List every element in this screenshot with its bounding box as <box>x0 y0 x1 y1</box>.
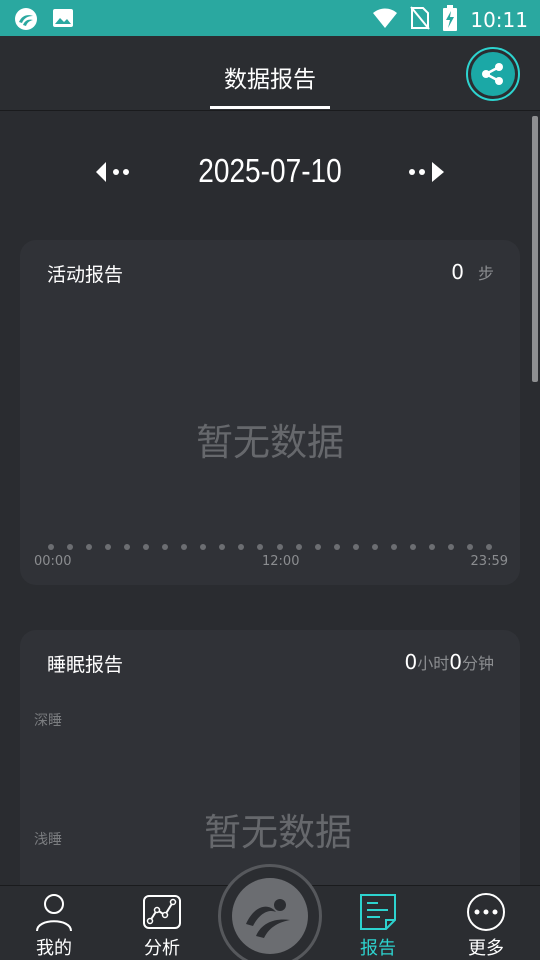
status-time: 10:11 <box>470 8 528 32</box>
nav-label-analysis: 分析 <box>144 938 180 959</box>
timeline-dot <box>276 544 283 550</box>
app-logo-icon <box>14 7 38 35</box>
title-underline <box>210 106 330 109</box>
activity-report-card[interactable]: 活动报告 0 步 暂无数据 00:00 12:00 23:59 <box>20 240 520 585</box>
timeline-dot <box>333 544 340 550</box>
report-icon <box>358 892 398 932</box>
nav-item-report[interactable]: 报告 <box>338 886 418 960</box>
report-content[interactable]: 2025-07-10 活动报告 0 步 暂无数据 00:00 12:00 23:… <box>0 112 540 885</box>
timeline-dot <box>486 544 492 550</box>
sleep-report-card[interactable]: 睡眠报告 0 小时 0 分钟 深睡 浅睡 暂无数据 <box>20 630 520 885</box>
timeline-dot <box>124 544 131 550</box>
bottom-navigation: 我的 分析 报告 更多 <box>0 864 540 960</box>
analysis-chart-icon <box>142 892 182 932</box>
more-icon <box>466 892 506 932</box>
nav-label-mine: 我的 <box>36 938 72 959</box>
timeline-dot <box>143 544 150 550</box>
brand-logo-icon <box>232 878 308 954</box>
activity-report-title: 活动报告 <box>47 264 124 286</box>
timeline-dot <box>390 544 397 550</box>
tick-end: 23:59 <box>470 554 508 569</box>
share-icon <box>471 52 515 96</box>
timeline-dot <box>428 544 435 550</box>
timeline-dot <box>352 544 359 550</box>
timeline-dot <box>295 544 302 550</box>
timeline-dot <box>409 544 416 550</box>
date-navigator: 2025-07-10 <box>0 150 540 194</box>
activity-empty-text: 暂无数据 <box>196 421 344 464</box>
battery-charging-icon <box>442 5 458 35</box>
no-sim-icon <box>410 6 431 34</box>
timeline-dot <box>466 544 473 550</box>
step-unit: 步 <box>477 264 494 283</box>
person-icon <box>34 892 74 932</box>
sleep-hours: 0 <box>404 650 418 674</box>
header: 数据报告 <box>0 36 540 111</box>
timeline-dot <box>86 544 93 550</box>
minutes-unit: 分钟 <box>461 654 494 673</box>
sleep-duration: 0 小时 0 分钟 <box>405 650 495 674</box>
step-count: 0 步 <box>451 260 494 284</box>
timeline-dot <box>257 544 264 550</box>
share-button[interactable] <box>466 47 520 101</box>
tick-start: 00:00 <box>34 554 72 569</box>
timeline-dot <box>238 544 245 550</box>
sleep-empty-text: 暂无数据 <box>204 811 352 854</box>
timeline-dots <box>48 544 492 550</box>
nav-item-mine[interactable]: 我的 <box>14 886 94 960</box>
nav-label-more: 更多 <box>468 938 504 959</box>
wifi-icon <box>372 7 398 33</box>
next-day-button[interactable] <box>404 158 448 186</box>
sleep-report-title: 睡眠报告 <box>47 654 124 676</box>
page-title: 数据报告 <box>224 67 316 93</box>
center-home-button[interactable] <box>218 864 322 960</box>
timeline-dot <box>67 544 74 550</box>
timeline-dot <box>200 544 207 550</box>
timeline-dot <box>447 544 454 550</box>
status-bar: 10:11 <box>0 0 540 36</box>
nav-item-analysis[interactable]: 分析 <box>122 886 202 960</box>
sleep-minutes: 0 <box>449 650 462 674</box>
deep-sleep-label: 深睡 <box>34 713 62 729</box>
timeline-dot <box>371 544 378 550</box>
image-icon <box>52 7 74 35</box>
timeline-dot <box>105 544 112 550</box>
timeline-dot <box>162 544 169 550</box>
timeline-dot <box>314 544 321 550</box>
timeline-dot <box>181 544 188 550</box>
timeline-dot <box>219 544 226 550</box>
nav-item-more[interactable]: 更多 <box>446 886 526 960</box>
timeline-dot <box>48 544 54 550</box>
step-value: 0 <box>451 260 464 284</box>
hours-unit: 小时 <box>417 654 450 673</box>
nav-label-report: 报告 <box>360 938 396 959</box>
tick-mid: 12:00 <box>262 554 300 569</box>
